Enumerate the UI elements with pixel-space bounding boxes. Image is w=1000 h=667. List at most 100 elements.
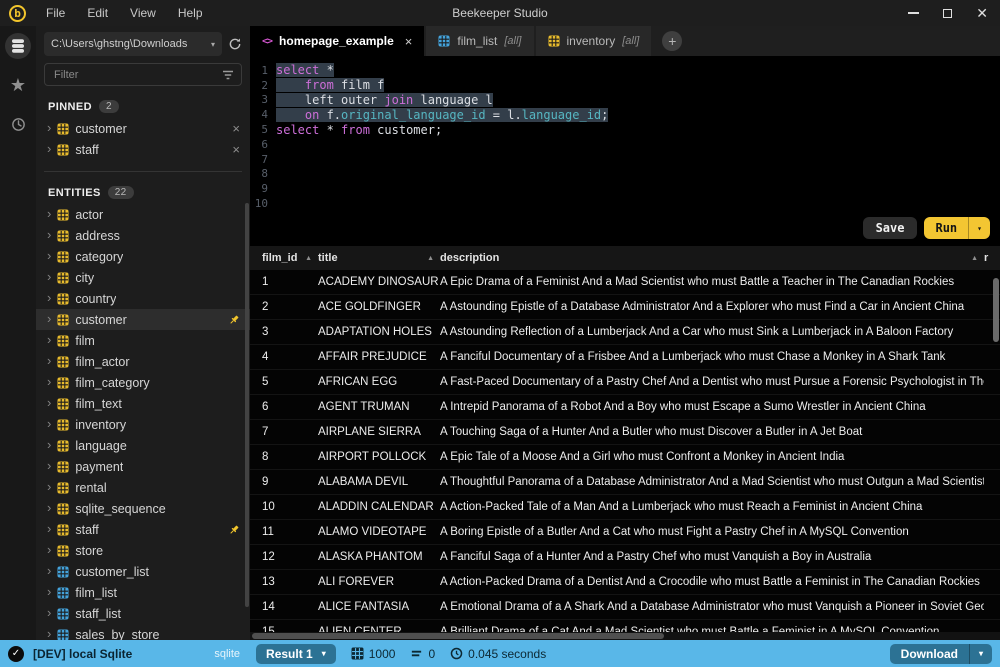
- save-button[interactable]: Save: [863, 217, 918, 239]
- chevron-right-icon[interactable]: ›: [47, 354, 51, 367]
- chevron-right-icon[interactable]: ›: [47, 417, 51, 430]
- entity-film_list[interactable]: ›film_list: [36, 582, 250, 603]
- chevron-right-icon[interactable]: ›: [47, 606, 51, 619]
- run-dropdown-caret-icon[interactable]: ▾: [968, 217, 990, 239]
- column-header-clipped[interactable]: r: [984, 252, 1000, 264]
- run-button-label[interactable]: Run: [924, 217, 968, 239]
- entity-customer_list[interactable]: ›customer_list: [36, 561, 250, 582]
- code-line-2[interactable]: 2 from film f: [250, 78, 1000, 93]
- tab-homepage_example[interactable]: <>homepage_example×: [250, 26, 424, 56]
- code-line-5[interactable]: 5select * from customer;: [250, 122, 1000, 137]
- favorites-rail-button[interactable]: ★: [5, 72, 31, 98]
- table-row-14[interactable]: 14ALICE FANTASIAA Emotional Drama of a A…: [250, 595, 1000, 620]
- table-row-13[interactable]: 13ALI FOREVERA Action-Packed Drama of a …: [250, 570, 1000, 595]
- connection-dropdown[interactable]: C:\Users\ghstng\Downloads ▾: [44, 32, 222, 56]
- maximize-icon[interactable]: [943, 9, 952, 18]
- entity-rental[interactable]: ›rental: [36, 477, 250, 498]
- chevron-right-icon[interactable]: ›: [47, 270, 51, 283]
- sql-editor[interactable]: 1select *2 from film f3 left outer join …: [250, 56, 1000, 246]
- menu-file[interactable]: File: [46, 6, 65, 20]
- chevron-right-icon[interactable]: ›: [47, 312, 51, 325]
- chevron-right-icon[interactable]: ›: [47, 480, 51, 493]
- history-rail-button[interactable]: [5, 111, 31, 137]
- entity-film_category[interactable]: ›film_category: [36, 372, 250, 393]
- sort-arrow-icon[interactable]: ▲: [305, 255, 312, 262]
- chevron-right-icon[interactable]: ›: [47, 438, 51, 451]
- entity-inventory[interactable]: ›inventory: [36, 414, 250, 435]
- code-line-8[interactable]: 8: [250, 167, 1000, 182]
- entity-staff[interactable]: ›staff: [36, 519, 250, 540]
- entity-address[interactable]: ›address: [36, 225, 250, 246]
- result-selector[interactable]: Result 1 ▾: [256, 644, 336, 664]
- table-row-2[interactable]: 2ACE GOLDFINGERA Astounding Epistle of a…: [250, 295, 1000, 320]
- new-tab-button[interactable]: +: [662, 31, 682, 51]
- table-row-6[interactable]: 6AGENT TRUMANA Intrepid Panorama of a Ro…: [250, 395, 1000, 420]
- code-line-3[interactable]: 3 left outer join language l: [250, 93, 1000, 108]
- minimize-icon[interactable]: [908, 12, 919, 14]
- chevron-right-icon[interactable]: ›: [47, 543, 51, 556]
- sidebar-scrollbar[interactable]: [245, 203, 249, 607]
- table-row-11[interactable]: 11ALAMO VIDEOTAPEA Boring Epistle of a B…: [250, 520, 1000, 545]
- table-row-5[interactable]: 5AFRICAN EGGA Fast-Paced Documentary of …: [250, 370, 1000, 395]
- entity-customer[interactable]: ›customer: [36, 309, 250, 330]
- table-row-9[interactable]: 9ALABAMA DEVILA Thoughtful Panorama of a…: [250, 470, 1000, 495]
- sort-arrow-icon[interactable]: ▲: [427, 255, 434, 262]
- chevron-right-icon[interactable]: ›: [47, 627, 51, 640]
- chevron-right-icon[interactable]: ›: [47, 121, 51, 134]
- entity-city[interactable]: ›city: [36, 267, 250, 288]
- table-row-8[interactable]: 8AIRPORT POLLOCKA Epic Tale of a Moose A…: [250, 445, 1000, 470]
- entity-film[interactable]: ›film: [36, 330, 250, 351]
- code-line-1[interactable]: 1select *: [250, 63, 1000, 78]
- table-row-3[interactable]: 3ADAPTATION HOLESA Astounding Reflection…: [250, 320, 1000, 345]
- download-dropdown-caret-icon[interactable]: ▾: [969, 644, 992, 664]
- vertical-scrollbar-thumb[interactable]: [993, 278, 999, 342]
- column-header-title[interactable]: title ▲: [318, 252, 440, 264]
- chevron-right-icon[interactable]: ›: [47, 522, 51, 535]
- pinned-item-staff[interactable]: ›staff×: [36, 139, 250, 160]
- download-button[interactable]: Download ▾: [890, 644, 992, 664]
- chevron-right-icon[interactable]: ›: [47, 333, 51, 346]
- entity-country[interactable]: ›country: [36, 288, 250, 309]
- table-row-10[interactable]: 10ALADDIN CALENDARA Action-Packed Tale o…: [250, 495, 1000, 520]
- horizontal-scrollbar[interactable]: [250, 632, 1000, 640]
- filter-input[interactable]: [44, 63, 242, 86]
- menu-help[interactable]: Help: [178, 6, 203, 20]
- entity-category[interactable]: ›category: [36, 246, 250, 267]
- unpin-close-icon[interactable]: ×: [232, 142, 240, 157]
- tab-film_list[interactable]: film_list[all]: [426, 26, 533, 56]
- chevron-right-icon[interactable]: ›: [47, 142, 51, 155]
- chevron-right-icon[interactable]: ›: [47, 375, 51, 388]
- chevron-right-icon[interactable]: ›: [47, 291, 51, 304]
- chevron-right-icon[interactable]: ›: [47, 249, 51, 262]
- download-button-label[interactable]: Download: [890, 644, 969, 664]
- close-window-icon[interactable]: ✕: [976, 8, 988, 18]
- chevron-right-icon[interactable]: ›: [47, 564, 51, 577]
- table-row-7[interactable]: 7AIRPLANE SIERRAA Touching Saga of a Hun…: [250, 420, 1000, 445]
- unpin-close-icon[interactable]: ×: [232, 121, 240, 136]
- horizontal-scrollbar-thumb[interactable]: [252, 633, 664, 639]
- chevron-right-icon[interactable]: ›: [47, 396, 51, 409]
- entity-film_actor[interactable]: ›film_actor: [36, 351, 250, 372]
- entity-sales_by_store[interactable]: ›sales_by_store: [36, 624, 250, 640]
- entity-sqlite_sequence[interactable]: ›sqlite_sequence: [36, 498, 250, 519]
- entity-film_text[interactable]: ›film_text: [36, 393, 250, 414]
- column-header-description[interactable]: description ▲: [440, 252, 984, 264]
- tab-inventory[interactable]: inventory[all]: [536, 26, 652, 56]
- sort-arrow-icon[interactable]: ▲: [971, 255, 978, 262]
- filter-icon[interactable]: [222, 70, 234, 80]
- run-button[interactable]: Run ▾: [924, 217, 990, 239]
- refresh-icon[interactable]: [228, 37, 242, 51]
- code-line-10[interactable]: 10: [250, 196, 1000, 211]
- table-row-4[interactable]: 4AFFAIR PREJUDICEA Fanciful Documentary …: [250, 345, 1000, 370]
- tab-close-icon[interactable]: ×: [405, 34, 413, 49]
- column-header-film-id[interactable]: film_id ▲: [262, 252, 318, 264]
- chevron-right-icon[interactable]: ›: [47, 585, 51, 598]
- code-line-7[interactable]: 7: [250, 152, 1000, 167]
- chevron-right-icon[interactable]: ›: [47, 501, 51, 514]
- table-row-1[interactable]: 1ACADEMY DINOSAURA Epic Drama of a Femin…: [250, 270, 1000, 295]
- entity-language[interactable]: ›language: [36, 435, 250, 456]
- entity-staff_list[interactable]: ›staff_list: [36, 603, 250, 624]
- chevron-right-icon[interactable]: ›: [47, 207, 51, 220]
- menu-edit[interactable]: Edit: [87, 6, 108, 20]
- code-line-4[interactable]: 4 on f.original_language_id = l.language…: [250, 107, 1000, 122]
